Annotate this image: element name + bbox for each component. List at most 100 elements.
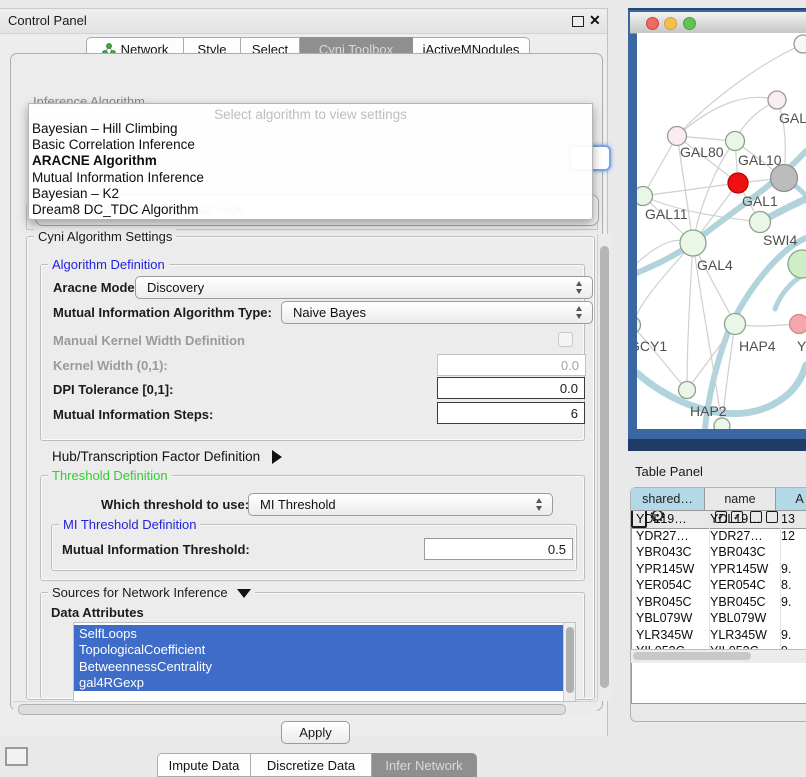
attribute-item-selected[interactable]: gal4RGexp — [74, 675, 568, 692]
data-attributes-list[interactable]: SelfLoops TopologicalCoefficient Between… — [73, 622, 576, 702]
network-node-gal80[interactable] — [668, 127, 687, 146]
algorithm-option[interactable]: Bayesian – K2 — [32, 186, 582, 202]
tab-discretize-data[interactable]: Discretize Data — [251, 753, 372, 777]
table-cell[interactable]: 9. — [776, 594, 806, 611]
algorithm-option[interactable]: Basic Correlation Inference — [32, 137, 582, 153]
table-horizontal-scrollbar[interactable] — [631, 649, 806, 663]
table-cell[interactable]: YER054C — [631, 577, 710, 594]
network-node-swi4[interactable] — [750, 212, 771, 233]
table-cell[interactable]: YDR27… — [705, 528, 781, 544]
network-node[interactable] — [794, 35, 806, 53]
attribute-item-selected[interactable]: SelfLoops — [74, 625, 568, 642]
table-cell[interactable]: YBR043C — [705, 544, 781, 561]
network-node[interactable] — [771, 165, 798, 192]
network-node[interactable] — [714, 418, 730, 429]
table-row[interactable]: YDR27…YDR27…12 — [631, 528, 806, 544]
which-threshold-label: Which threshold to use: — [101, 497, 249, 512]
table-cell[interactable]: 9. — [776, 561, 806, 578]
table-row[interactable]: YPR145WYPR145W9. — [631, 561, 806, 578]
network-node-gal[interactable] — [768, 91, 786, 109]
expanded-arrow-icon[interactable] — [237, 589, 251, 598]
apply-button-label: Apply — [299, 725, 332, 740]
table-cell[interactable]: 8. — [776, 577, 806, 594]
minimize-traffic-light-icon[interactable] — [664, 17, 677, 30]
network-node-y[interactable] — [790, 315, 806, 334]
manual-kernel-width-checkbox[interactable] — [558, 332, 573, 347]
table-row[interactable]: YBR045CYBR045C9. — [631, 594, 806, 611]
table-cell[interactable] — [776, 610, 806, 627]
table-cell[interactable]: YLR345W — [631, 627, 710, 644]
aracne-mode-combo[interactable]: Discovery — [135, 276, 593, 299]
table-cell[interactable]: YDR27… — [631, 528, 710, 544]
table-cell[interactable]: YER054C — [705, 577, 781, 594]
control-panel-title: Control Panel — [8, 13, 87, 28]
mi-threshold-field[interactable]: 0.5 — [424, 538, 573, 560]
vertical-scrollbar[interactable] — [597, 234, 612, 701]
horizontal-scrollbar[interactable] — [13, 701, 597, 715]
table-cell[interactable]: YBL079W — [631, 610, 710, 627]
table-cell[interactable]: YBR045C — [631, 594, 710, 611]
close-icon[interactable]: ✕ — [589, 12, 601, 29]
algorithm-definition-group: Algorithm Definition Aracne Mode: Discov… — [40, 264, 585, 441]
network-window-titlebar[interactable] — [630, 12, 806, 34]
table-cell[interactable]: YLR345W — [705, 627, 781, 644]
network-node-gal10[interactable] — [726, 132, 745, 151]
hub-definition-toggle[interactable]: Hub/Transcription Factor Definition — [52, 449, 282, 464]
mi-threshold-definition-title: MI Threshold Definition — [59, 517, 200, 532]
tab-impute-data[interactable]: Impute Data — [157, 753, 251, 777]
table-row[interactable]: YER054CYER054C8. — [631, 577, 806, 594]
network-node-hap4[interactable] — [725, 314, 746, 335]
table-horizontal-scrollbar-thumb[interactable] — [633, 652, 751, 660]
which-threshold-combo[interactable]: MI Threshold — [248, 493, 553, 516]
zoom-traffic-light-icon[interactable] — [683, 17, 696, 30]
threshold-definition-group: Threshold Definition Which threshold to … — [40, 475, 585, 581]
table-cell[interactable]: 9. — [776, 627, 806, 644]
network-node-hap2[interactable] — [679, 382, 696, 399]
table-cell[interactable]: YPR145W — [705, 561, 781, 578]
table-row[interactable]: YLR345WYLR345W9. — [631, 627, 806, 644]
network-node-label: HAP2 — [690, 403, 727, 419]
network-canvas[interactable]: GALGAL80GAL10GAL1GAL11SWI4GAL4GCY1HAP4YH… — [637, 33, 806, 429]
table-cell[interactable]: YBR043C — [631, 544, 710, 561]
attributes-scrollbar[interactable] — [563, 623, 575, 701]
network-node[interactable] — [788, 250, 806, 278]
network-node-gal11[interactable] — [637, 187, 653, 206]
algorithm-definition-title: Algorithm Definition — [48, 257, 169, 272]
table-cell[interactable]: YBL079W — [705, 610, 781, 627]
kernel-width-field[interactable]: 0.0 — [437, 354, 586, 376]
table-cell[interactable]: YBR045C — [705, 594, 781, 611]
horizontal-scrollbar-thumb[interactable] — [18, 704, 566, 715]
apply-button[interactable]: Apply — [281, 721, 350, 744]
network-node-gal1[interactable] — [728, 173, 748, 193]
table-row[interactable]: YBL079WYBL079W — [631, 610, 806, 627]
network-view-window[interactable]: GALGAL80GAL10GAL1GAL11SWI4GAL4GCY1HAP4YH… — [628, 8, 806, 451]
mi-steps-field[interactable]: 6 — [437, 402, 585, 424]
attribute-item-selected[interactable]: TopologicalCoefficient — [74, 642, 568, 659]
algorithm-option-selected[interactable]: ARACNE Algorithm — [32, 153, 582, 169]
table-panel-title: Table Panel — [635, 464, 703, 479]
tab-infer-network[interactable]: Infer Network — [372, 753, 477, 777]
dpi-tolerance-field[interactable]: 0.0 — [437, 377, 585, 399]
threshold-definition-title: Threshold Definition — [48, 468, 172, 483]
docked-panel-icon[interactable] — [5, 747, 28, 766]
table-row[interactable]: YBR043CYBR043C — [631, 544, 806, 561]
attribute-item-selected[interactable]: BetweennessCentrality — [74, 658, 568, 675]
network-node-gal4[interactable] — [680, 230, 706, 256]
combo-stepper-icon — [576, 281, 583, 294]
mi-steps-value: 6 — [571, 406, 578, 421]
network-node-gcy1[interactable] — [637, 317, 641, 334]
table-cell[interactable] — [776, 544, 806, 561]
network-graph[interactable]: GALGAL80GAL10GAL1GAL11SWI4GAL4GCY1HAP4YH… — [637, 33, 806, 429]
attributes-scrollbar-thumb[interactable] — [566, 627, 574, 693]
algorithm-option[interactable]: Dream8 DC_TDC Algorithm — [32, 202, 582, 218]
vertical-scrollbar-thumb[interactable] — [600, 246, 609, 688]
table-cell[interactable]: YPR145W — [631, 561, 710, 578]
close-traffic-light-icon[interactable] — [646, 17, 659, 30]
network-node-label: HAP4 — [739, 338, 776, 354]
mi-algorithm-type-combo[interactable]: Naive Bayes — [281, 301, 593, 324]
mi-steps-label: Mutual Information Steps: — [53, 407, 213, 422]
algorithm-option[interactable]: Bayesian – Hill Climbing — [32, 121, 582, 137]
table-cell[interactable]: 12 — [776, 528, 806, 544]
algorithm-option[interactable]: Mutual Information Inference — [32, 170, 582, 186]
float-panel-icon[interactable] — [572, 16, 584, 27]
